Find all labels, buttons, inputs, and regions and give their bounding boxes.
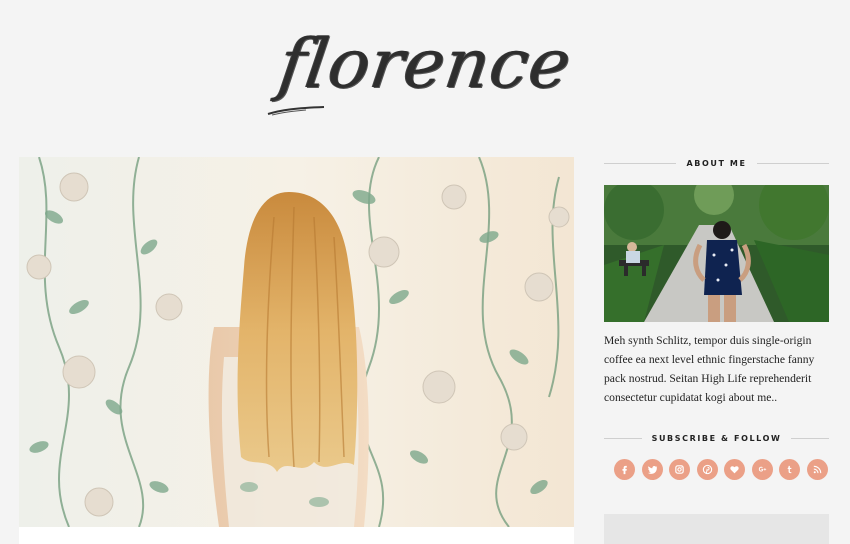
twitter-icon[interactable] (641, 459, 663, 480)
sidebar: ABOUT ME Meh synth Schlitz, tempor duis … (604, 150, 829, 544)
park-photo (604, 185, 829, 322)
subscribe-title-text: SUBSCRIBE & FOLLOW (641, 433, 792, 443)
sidebar-widget-placeholder (604, 514, 829, 544)
subscribe-widget: SUBSCRIBE & FOLLOW (604, 425, 829, 451)
google-plus-icon[interactable] (751, 459, 773, 480)
post-card (19, 527, 574, 544)
logo-brush-stroke (267, 106, 325, 116)
subscribe-widget-title: SUBSCRIBE & FOLLOW (604, 425, 829, 451)
site-logo[interactable]: florence (258, 20, 593, 120)
about-text: Meh synth Schlitz, tempor duis single-or… (604, 334, 815, 404)
featured-post-image[interactable] (19, 157, 574, 527)
facebook-icon[interactable] (614, 459, 635, 480)
about-photo (604, 185, 829, 322)
pinterest-icon[interactable] (696, 459, 718, 480)
about-widget-title: ABOUT ME (604, 150, 829, 176)
about-title-text: ABOUT ME (676, 158, 757, 168)
rss-icon[interactable] (806, 459, 828, 480)
social-icons (614, 459, 828, 480)
bloglovin-icon[interactable] (724, 459, 745, 480)
floral-wallpaper-photo (19, 157, 574, 527)
instagram-icon[interactable] (669, 459, 690, 480)
logo-text: florence (274, 25, 577, 104)
tumblr-icon[interactable] (779, 459, 800, 480)
